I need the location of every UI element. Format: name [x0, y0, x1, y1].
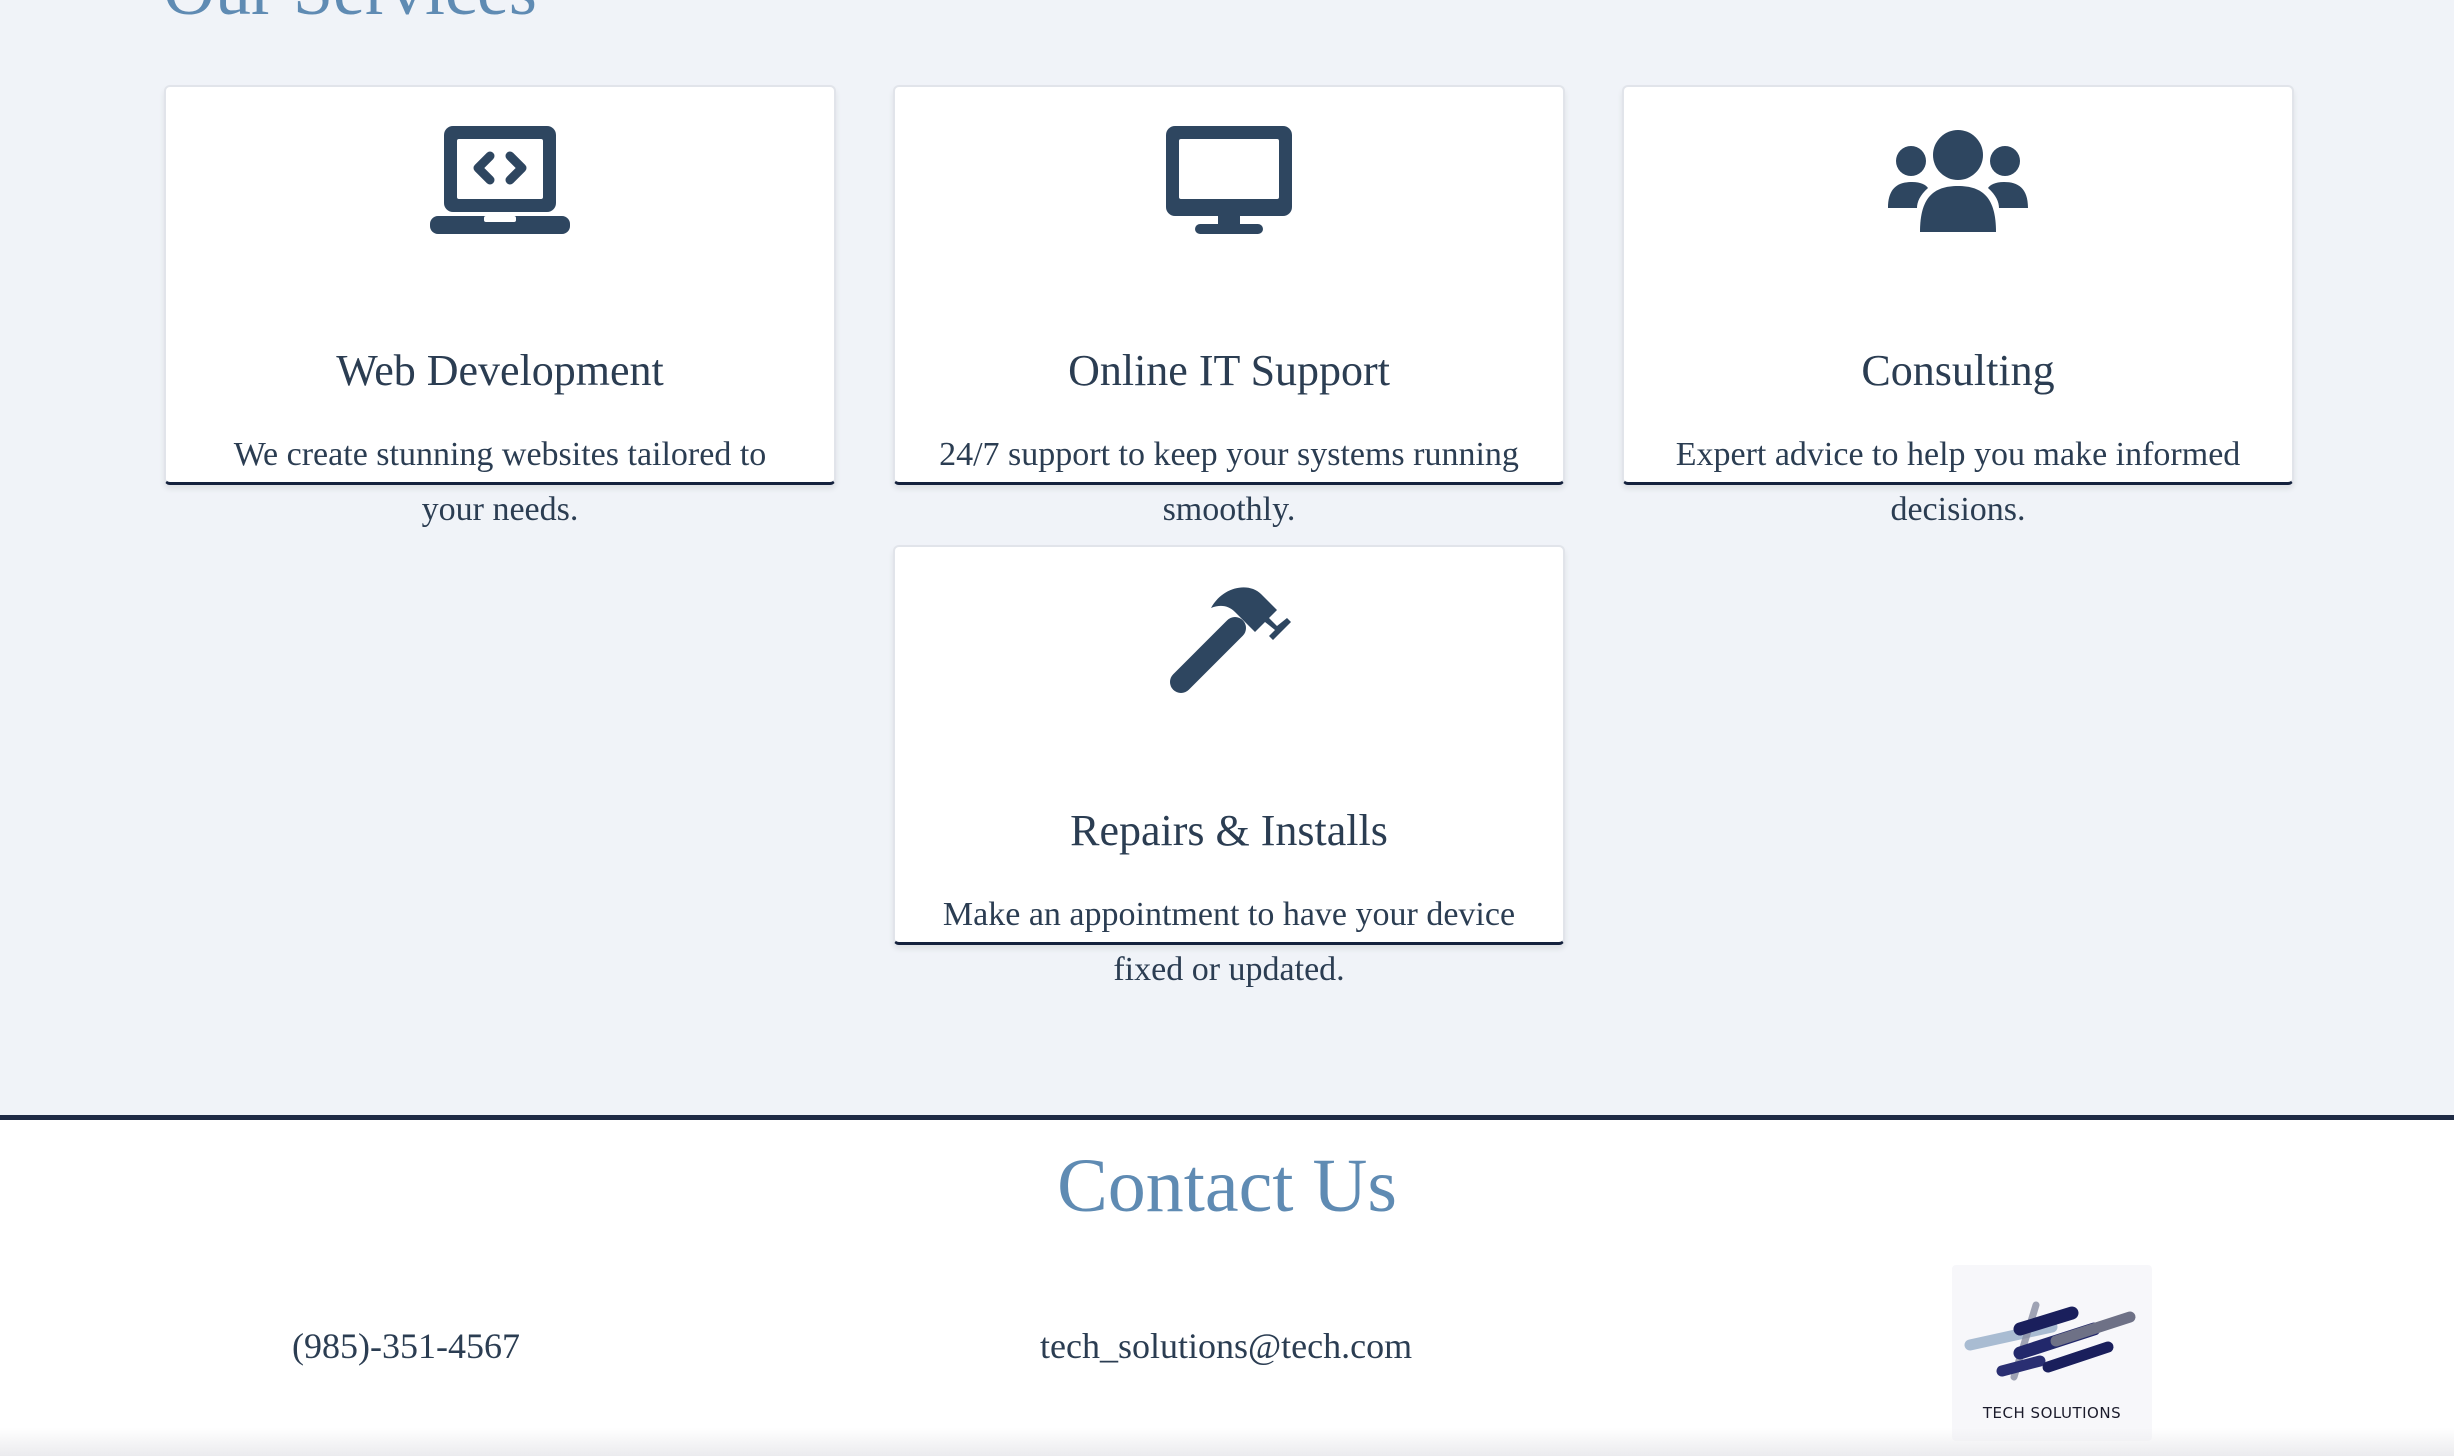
- contact-title: Contact Us: [1057, 1144, 1397, 1228]
- service-card-description: Make an appointment to have your device …: [942, 896, 1516, 988]
- contact-email[interactable]: tech_solutions@tech.com: [1040, 1328, 1412, 1364]
- service-card-consulting: Consulting Expert advice to help you mak…: [1622, 85, 2294, 528]
- logo-text: TECH SOLUTIONS: [1982, 1404, 2122, 1422]
- service-card-web-development: Web Development We create stunning websi…: [164, 85, 836, 528]
- desktop-monitor-icon: [895, 121, 1563, 239]
- service-card-online-it-support: Online IT Support 24/7 support to keep y…: [893, 85, 1565, 528]
- service-card-title: Consulting: [1861, 346, 2055, 395]
- contact-section: Contact Us (985)-351-4567 tech_solutions…: [0, 1115, 2454, 1456]
- hammer-icon: [895, 581, 1563, 699]
- services-title: Our Services: [163, 0, 537, 26]
- service-card-description: Expert advice to help you make informed …: [1675, 436, 2241, 528]
- service-card-description: 24/7 support to keep your systems runnin…: [939, 436, 1519, 528]
- service-card-title: Online IT Support: [1068, 346, 1390, 395]
- bottom-fade: [0, 1428, 2454, 1456]
- laptop-code-icon: [166, 121, 834, 239]
- contact-phone[interactable]: (985)-351-4567: [292, 1328, 520, 1364]
- service-card-title: Repairs & Installs: [1070, 806, 1388, 855]
- logo-mark-icon: [1964, 1301, 2136, 1381]
- service-card-repairs-installs: Repairs & Installs Make an appointment t…: [893, 545, 1565, 988]
- users-group-icon: [1624, 121, 2292, 239]
- service-card-description: We create stunning websites tailored to …: [233, 436, 767, 528]
- service-card-title: Web Development: [336, 346, 664, 395]
- company-logo: TECH SOLUTIONS: [1952, 1265, 2152, 1441]
